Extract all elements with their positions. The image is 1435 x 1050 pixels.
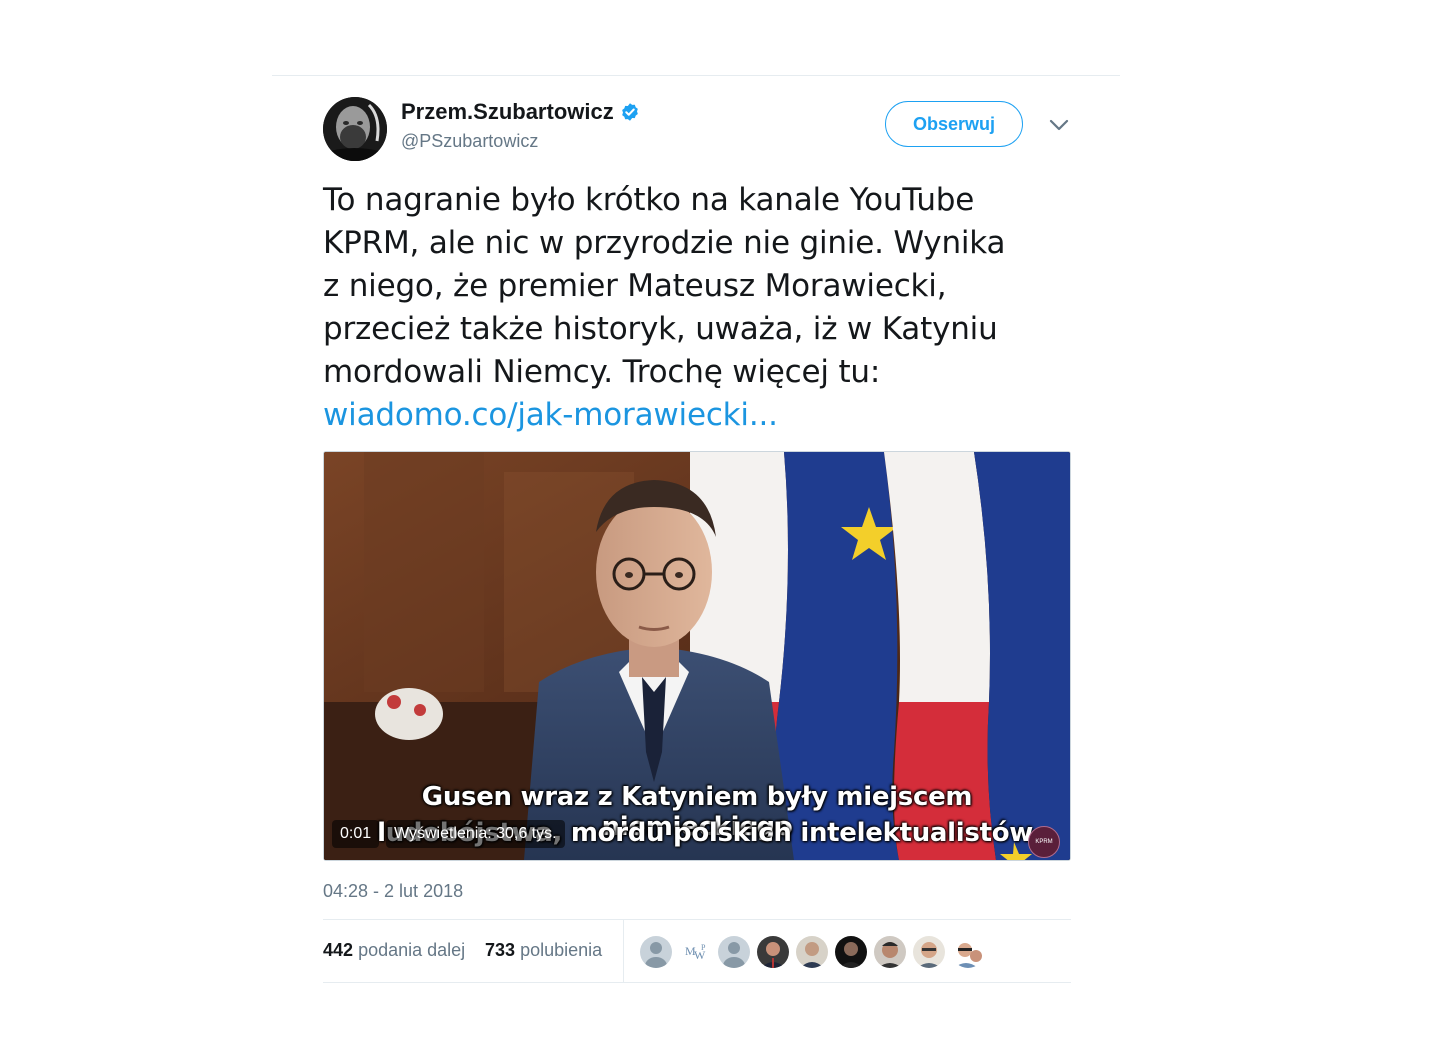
avatar[interactable] [323,97,387,161]
liker-avatar[interactable] [873,935,907,969]
retweets-count: 442 [323,940,354,960]
stats-divider-bottom [323,982,1071,983]
likes-count: 733 [485,940,516,960]
follow-button[interactable]: Obserwuj [885,101,1023,147]
video-view-count: Wyświetlenia: 30,6 tys. [386,820,565,848]
likes-label: polubienia [520,940,603,960]
tweet-text-line: z niego, że premier Mateusz Morawiecki, [323,268,947,304]
channel-logo-icon: KPRM [1028,826,1060,858]
tweet-header: Przem.Szubartowicz @PSzubartowicz Obserw… [323,95,1071,163]
retweets-stat[interactable]: 442 podania dalej [323,940,465,961]
liker-avatar[interactable]: MWP [678,935,712,969]
liker-avatar[interactable] [795,935,829,969]
verified-badge-icon [621,103,638,121]
stats-vertical-divider [623,920,624,982]
liker-avatar[interactable] [756,935,790,969]
chevron-down-icon[interactable] [1047,113,1071,137]
user-names: Przem.Szubartowicz @PSzubartowicz [401,99,640,152]
tweet-text-line: przecież także historyk, uważa, iż w Kat… [323,311,998,347]
tweet-text-line: mordowali Niemcy. Trochę więcej tu: [323,354,881,390]
liker-avatar[interactable] [717,935,751,969]
user-handle[interactable]: @PSzubartowicz [401,131,640,152]
video-elapsed-time: 0:01 [332,820,380,848]
liker-avatar[interactable] [639,935,673,969]
retweets-label: podania dalej [358,940,466,960]
likes-stat[interactable]: 733 polubienia [485,940,602,961]
svg-text:P: P [701,943,706,952]
tweet-link[interactable]: wiadomo.co/jak-morawiecki... [323,397,778,433]
liker-avatar[interactable] [834,935,868,969]
display-name[interactable]: Przem.Szubartowicz [401,99,614,125]
top-divider [272,75,1120,76]
liker-avatar[interactable] [951,935,985,969]
tweet-text: To nagranie było krótko na kanale YouTub… [323,179,1071,437]
video-player[interactable]: Gusen wraz z Katyniem były miejscem niem… [323,451,1071,861]
tweet-timestamp[interactable]: 04:28 - 2 lut 2018 [323,881,1071,902]
tweet-stats: 442 podania dalej 733 polubienia MWP [323,920,1071,982]
tweet-card: Przem.Szubartowicz @PSzubartowicz Obserw… [323,95,1071,983]
tweet-text-line: To nagranie było krótko na kanale YouTub… [323,182,975,218]
liker-avatar[interactable] [912,935,946,969]
tweet-text-line: KPRM, ale nic w przyrodzie nie ginie. Wy… [323,225,1006,261]
